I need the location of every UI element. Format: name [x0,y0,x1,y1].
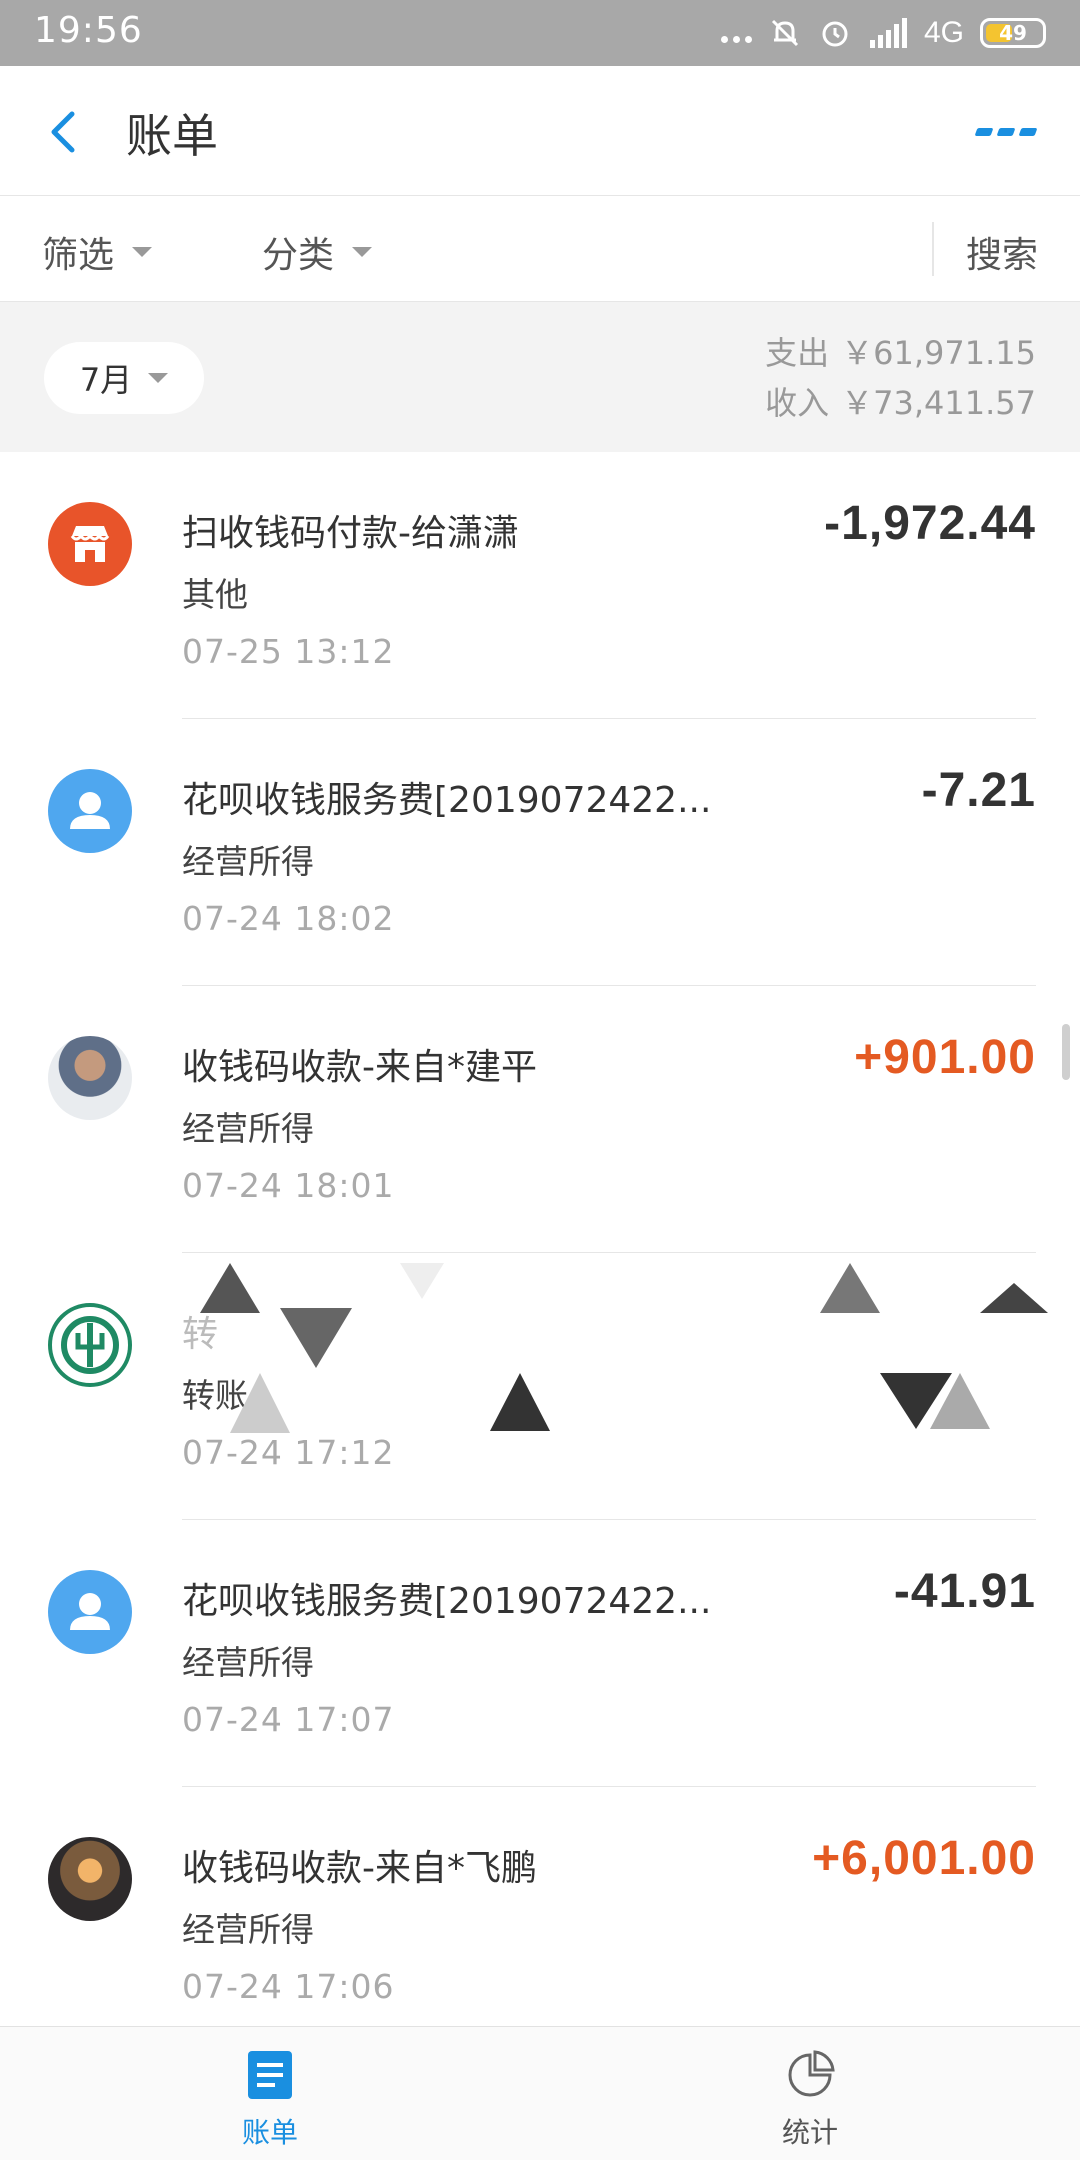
more-dots-icon [720,23,752,43]
search-button[interactable]: 搜索 [966,226,1038,278]
redaction-mark [400,1263,444,1299]
more-button[interactable] [974,120,1038,144]
tab-stats[interactable]: 统计 [740,2049,880,2151]
transaction-time: 07-25 13:12 [182,632,395,671]
network-type: 4G [923,16,964,49]
redaction-mark [980,1283,1048,1313]
battery-percent: 49 [999,21,1027,45]
transaction-amount: +6,001.00 [812,1832,1036,1885]
expense-label: 支出 [765,334,830,372]
tab-stats-label: 统计 [781,2116,838,2149]
redaction-mark [490,1373,550,1431]
status-time: 19:56 [34,10,143,51]
chevron-left-icon [51,111,75,153]
transaction-time: 07-24 18:01 [182,1166,395,1205]
transaction-category: 经营所得 [182,1910,314,1949]
redaction-mark [280,1308,352,1368]
transaction-list: 扫收钱码付款-给潇潇 其他 07-25 13:12 -1,972.44 花呗收钱… [0,452,1080,2054]
redaction-mark [820,1263,880,1313]
pie-chart-icon [788,2050,835,2097]
caret-down-icon [148,373,169,383]
redaction-mark [930,1373,990,1429]
battery-icon: 49 [980,18,1046,48]
more-icon [974,128,994,136]
transaction-amount: -1,972.44 [824,497,1036,550]
transaction-time: 07-24 17:12 [182,1433,395,1472]
filter-dropdown[interactable]: 筛选 [42,226,153,278]
scrollbar[interactable] [1062,1024,1070,1080]
transaction-title: 收钱码收款-来自*飞鹏 [182,1848,537,1889]
avatar [48,1036,132,1120]
transaction-item[interactable]: 收钱码收款-来自*飞鹏 经营所得 07-24 17:06 +6,001.00 [0,1787,1080,2054]
user-icon [48,1570,132,1654]
month-selector[interactable]: 7月 [44,342,204,414]
tab-bill-label: 账单 [241,2116,298,2149]
mute-bell-icon [771,19,799,47]
signal-icon [869,18,907,48]
transaction-category: 经营所得 [182,1109,314,1148]
transaction-title: 扫收钱码付款-给潇潇 [182,513,519,554]
store-icon [48,502,132,586]
category-dropdown[interactable]: 分类 [262,226,373,278]
filter-bar: 筛选 分类 搜索 [0,196,1080,302]
transaction-item[interactable]: 花呗收钱服务费[2019072422... 经营所得 07-24 18:02 -… [0,719,1080,986]
alarm-icon [822,21,848,47]
transaction-category: 经营所得 [182,1643,314,1682]
transaction-time: 07-24 18:02 [182,899,395,938]
month-summary: 7月 支出 ￥61,971.15 收入 ￥73,411.57 [0,302,1080,452]
transaction-item[interactable]: 转 转账 07-24 17:12 [0,1253,1080,1520]
transaction-time: 07-24 17:06 [182,1967,395,2006]
transaction-title: 花呗收钱服务费[2019072422... [182,780,712,821]
expense-total: 支出 ￥61,971.15 [765,328,1036,378]
filter-label: 筛选 [42,235,115,276]
bill-icon [248,2051,292,2099]
transaction-category: 其他 [182,575,248,614]
filter-divider [932,222,934,276]
income-label: 收入 [765,384,830,422]
tab-bill[interactable]: 账单 [200,2049,340,2151]
transaction-amount: -41.91 [893,1565,1036,1618]
tab-bar: 账单 统计 [0,2026,1080,2160]
transaction-title: 花呗收钱服务费[2019072422... [182,1581,712,1622]
bank-icon [48,1303,132,1387]
expense-value: ￥61,971.15 [841,334,1036,372]
redaction-mark [230,1373,290,1433]
month-label: 7月 [79,361,133,399]
month-totals: 支出 ￥61,971.15 收入 ￥73,411.57 [765,328,1036,428]
caret-down-icon [132,247,153,257]
avatar [48,1837,132,1921]
category-label: 分类 [262,235,335,276]
transaction-item[interactable]: 花呗收钱服务费[2019072422... 经营所得 07-24 17:07 -… [0,1520,1080,1787]
income-value: ￥73,411.57 [841,384,1036,422]
transaction-title: 收钱码收款-来自*建平 [182,1047,537,1088]
transaction-amount: -7.21 [921,764,1036,817]
transaction-time: 07-24 17:07 [182,1700,395,1739]
income-total: 收入 ￥73,411.57 [765,378,1036,428]
page-title: 账单 [126,109,218,163]
transaction-amount: +901.00 [854,1031,1036,1084]
app-header: 账单 [0,66,1080,196]
user-icon [48,769,132,853]
status-icons: 4G 49 [720,12,1046,54]
status-bar: 19:56 4G 49 [0,0,1080,66]
back-button[interactable] [40,102,90,162]
transaction-item[interactable]: 收钱码收款-来自*建平 经营所得 07-24 18:01 +901.00 [0,986,1080,1253]
transaction-item[interactable]: 扫收钱码付款-给潇潇 其他 07-25 13:12 -1,972.44 [0,452,1080,719]
transaction-category: 经营所得 [182,842,314,881]
caret-down-icon [352,247,373,257]
redaction-mark [200,1263,260,1313]
